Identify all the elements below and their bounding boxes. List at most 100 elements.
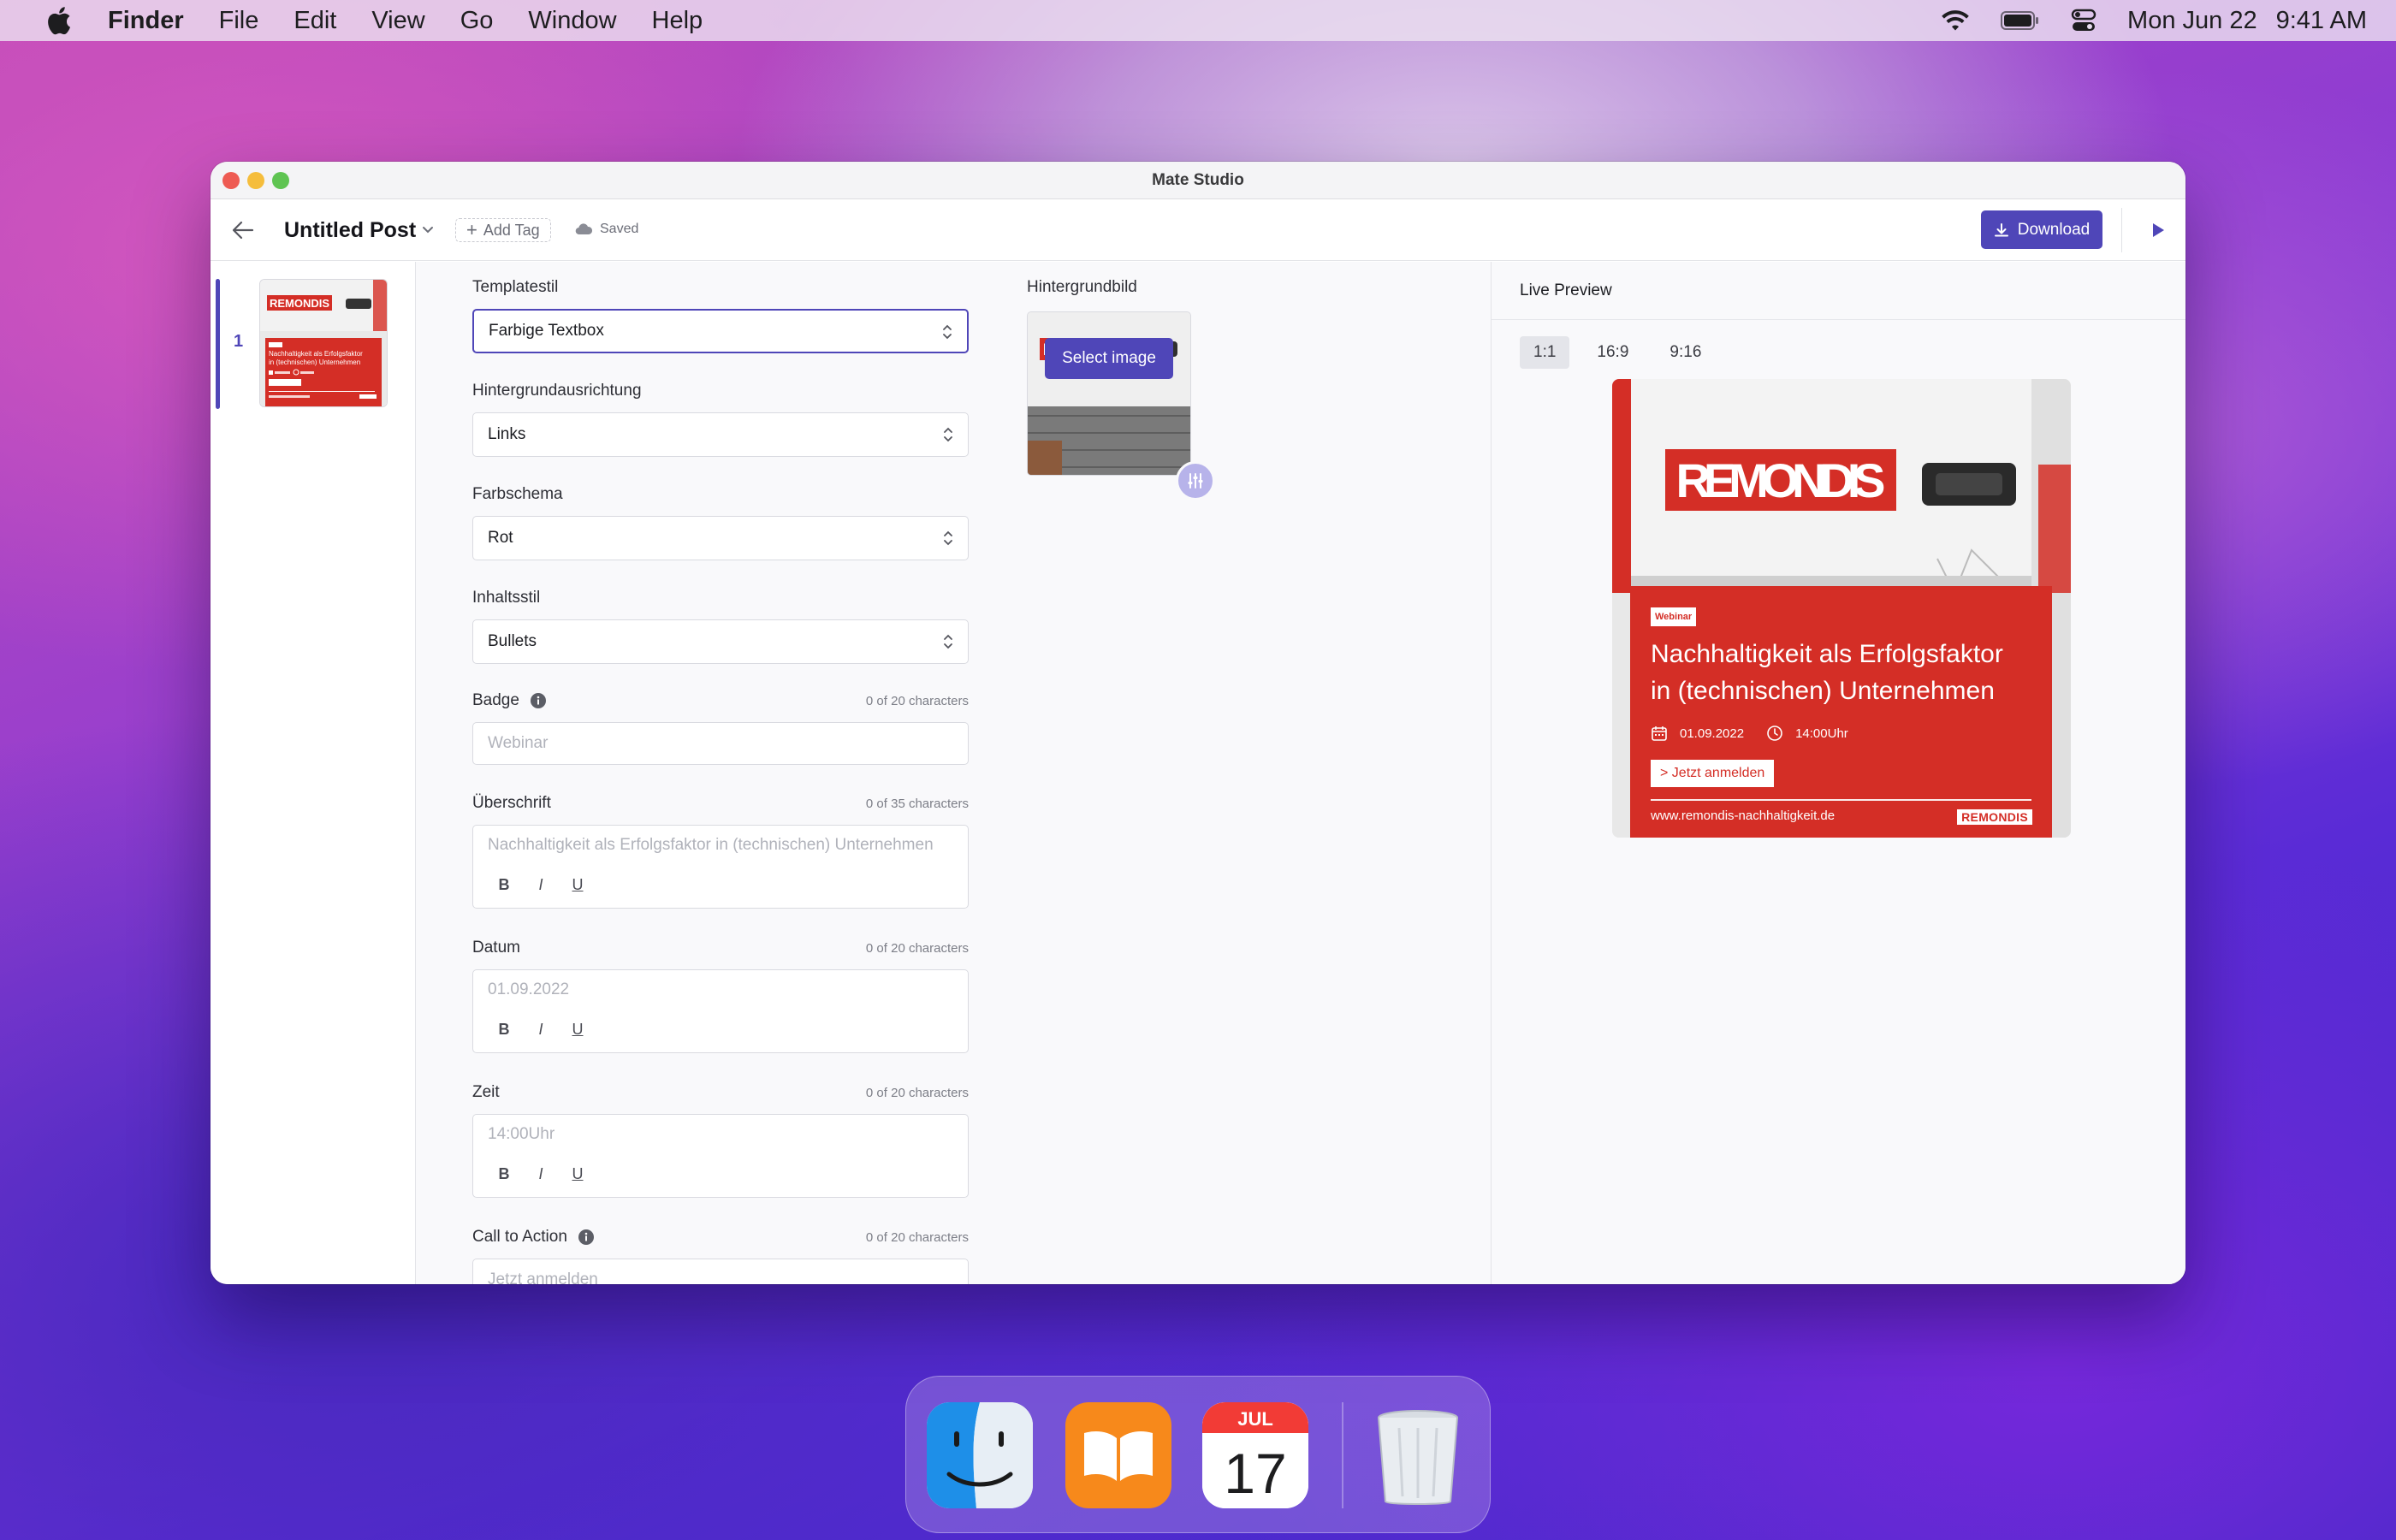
field-farbschema: Farbschema Rot: [472, 484, 969, 560]
menu-window[interactable]: Window: [528, 7, 616, 35]
add-tag-button[interactable]: + Add Tag: [455, 218, 551, 242]
cta-label: Call to Action: [472, 1228, 567, 1246]
bold-button[interactable]: B: [498, 1165, 510, 1183]
ueberschrift-char-count: 0 of 35 characters: [865, 797, 969, 811]
menu-view[interactable]: View: [371, 7, 424, 35]
trash-icon[interactable]: [1365, 1402, 1471, 1508]
inhaltsstil-label: Inhaltsstil: [472, 589, 541, 607]
bold-button[interactable]: B: [498, 1021, 510, 1039]
wifi-icon[interactable]: [1941, 9, 1970, 32]
background-image-thumbnail[interactable]: REMONDIS: [1027, 311, 1191, 476]
toolbar-divider: [2121, 208, 2122, 252]
close-window-button[interactable]: [222, 172, 240, 189]
poster-time: 14:00Uhr: [1795, 726, 1848, 741]
underline-button[interactable]: U: [572, 1021, 584, 1039]
templatestil-select[interactable]: Farbige Textbox: [472, 309, 969, 353]
menubar-date[interactable]: Mon Jun 22: [2127, 7, 2257, 35]
poster-badge: Webinar: [1651, 607, 1697, 626]
title-bar: Mate Studio: [211, 162, 2185, 199]
download-label: Download: [2017, 220, 2091, 239]
menu-edit[interactable]: Edit: [294, 7, 336, 35]
menu-app-name[interactable]: Finder: [108, 7, 184, 35]
apple-logo-icon[interactable]: [46, 6, 72, 35]
finder-icon[interactable]: [927, 1402, 1033, 1508]
clock-icon: [1767, 726, 1782, 741]
menubar-time[interactable]: 9:41 AM: [2276, 7, 2367, 35]
calendar-icon: [1652, 726, 1667, 741]
zeit-input[interactable]: 14:00Uhr B I U: [472, 1114, 969, 1198]
app-window: Mate Studio Untitled Post + Add Tag Save…: [211, 162, 2185, 1284]
battery-icon[interactable]: [2001, 10, 2040, 31]
underline-button[interactable]: U: [572, 1165, 584, 1183]
format-toolbar: B I U: [498, 876, 608, 894]
select-image-button[interactable]: Select image: [1045, 338, 1173, 379]
editor-content: 1 REMONDIS Nachhaltigkeit als Erfolgsfak…: [211, 262, 2185, 1284]
chevron-up-down-icon: [944, 634, 952, 649]
cloud-icon: [575, 223, 592, 235]
svg-text:in (technischen) Unternehmen: in (technischen) Unternehmen: [269, 358, 360, 366]
save-status: Saved: [575, 222, 638, 237]
menu-bar: Finder File Edit View Go Window Help Mon…: [0, 0, 2396, 41]
badge-char-count: 0 of 20 characters: [865, 694, 969, 708]
poster-text-box: Webinar Nachhaltigkeit als Erfolgsfaktor…: [1630, 586, 2052, 838]
svg-text:Nachhaltigkeit als Erfolgsfakt: Nachhaltigkeit als Erfolgsfaktor: [269, 350, 363, 358]
badge-input[interactable]: Webinar: [472, 722, 969, 765]
datum-input[interactable]: 01.09.2022 B I U: [472, 969, 969, 1053]
books-icon[interactable]: [1065, 1402, 1171, 1508]
format-toolbar: B I U: [498, 1165, 608, 1183]
adjust-sliders-icon[interactable]: [1176, 461, 1215, 500]
control-center-icon[interactable]: [2071, 8, 2096, 33]
datum-char-count: 0 of 20 characters: [865, 941, 969, 956]
chevron-up-down-icon: [943, 324, 952, 340]
italic-button[interactable]: I: [535, 876, 547, 894]
window-title: Mate Studio: [1152, 170, 1244, 189]
poster-photo-sign: REMONDIS: [1676, 453, 1886, 507]
play-icon[interactable]: [2148, 221, 2167, 240]
menu-help[interactable]: Help: [652, 7, 703, 35]
plus-icon: +: [466, 219, 477, 240]
field-datum: Datum 0 of 20 characters 01.09.2022 B I …: [472, 938, 969, 1053]
ratio-tab-1-1[interactable]: 1:1: [1520, 336, 1570, 369]
ratio-tab-9-16[interactable]: 9:16: [1656, 336, 1715, 369]
cta-input[interactable]: Jetzt anmelden: [472, 1259, 969, 1284]
download-button[interactable]: Download: [1981, 210, 2102, 249]
slide-thumbnail[interactable]: REMONDIS Nachhaltigkeit als Erfolgsfakto…: [259, 279, 388, 407]
cta-char-count: 0 of 20 characters: [865, 1230, 969, 1245]
info-icon[interactable]: [578, 1229, 595, 1246]
calendar-icon[interactable]: JUL 17: [1202, 1402, 1308, 1508]
field-ueberschrift: Überschrift 0 of 35 characters Nachhalti…: [472, 793, 969, 909]
hintergrundausrichtung-value: Links: [488, 425, 526, 443]
chevron-up-down-icon: [944, 427, 952, 442]
ratio-tab-16-9[interactable]: 16:9: [1583, 336, 1642, 369]
zoom-window-button[interactable]: [272, 172, 289, 189]
ueberschrift-input[interactable]: Nachhaltigkeit als Erfolgsfaktor in (tec…: [472, 825, 969, 909]
hintergrundausrichtung-select[interactable]: Links: [472, 412, 969, 457]
slide-number: 1: [234, 332, 244, 351]
thumb-sign-text: REMONDIS: [270, 297, 329, 310]
dock-separator: [1342, 1402, 1343, 1508]
farbschema-select[interactable]: Rot: [472, 516, 969, 560]
chevron-up-down-icon: [944, 530, 952, 546]
bold-button[interactable]: B: [498, 876, 510, 894]
chevron-down-icon[interactable]: [419, 222, 436, 239]
add-tag-label: Add Tag: [483, 221, 540, 239]
underline-button[interactable]: U: [572, 876, 584, 894]
inhaltsstil-select[interactable]: Bullets: [472, 619, 969, 664]
field-badge: Badge 0 of 20 characters Webinar: [472, 690, 969, 765]
info-icon[interactable]: [530, 692, 547, 709]
italic-button[interactable]: I: [535, 1165, 547, 1183]
minimize-window-button[interactable]: [247, 172, 264, 189]
zeit-char-count: 0 of 20 characters: [865, 1086, 969, 1100]
post-title[interactable]: Untitled Post: [284, 218, 416, 243]
italic-button[interactable]: I: [535, 1021, 547, 1039]
back-arrow-icon[interactable]: [231, 218, 255, 242]
slide-active-indicator: [216, 279, 220, 409]
poster-date: 01.09.2022: [1680, 726, 1745, 741]
dock: JUL 17: [905, 1376, 1491, 1533]
editor-toolbar: Untitled Post + Add Tag Saved Download: [211, 199, 2185, 261]
calendar-day: 17: [1224, 1442, 1286, 1505]
menu-file[interactable]: File: [219, 7, 259, 35]
menu-go[interactable]: Go: [460, 7, 494, 35]
download-icon: [1994, 222, 2008, 236]
saved-label: Saved: [600, 222, 639, 236]
